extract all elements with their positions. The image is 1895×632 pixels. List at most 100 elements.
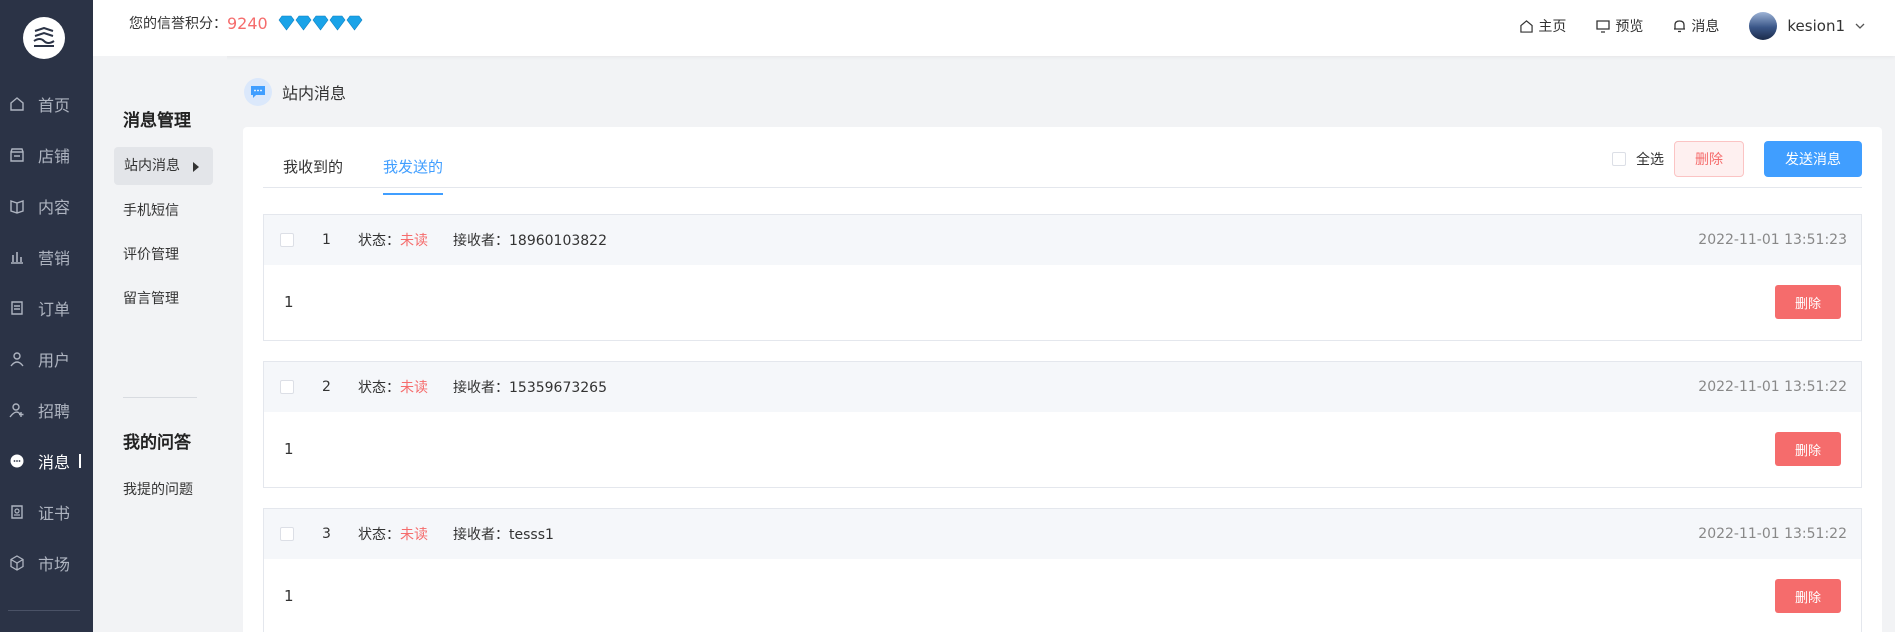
bulk-delete-button[interactable]: 删除 — [1674, 141, 1744, 177]
message-checkbox[interactable] — [280, 380, 294, 394]
nav-label: 首页 — [38, 96, 71, 115]
tab-underline — [263, 187, 1862, 188]
nav-label: 用户 — [38, 351, 71, 370]
message-content: 1 — [284, 587, 294, 605]
secondary-sidebar: 消息管理 站内消息 手机短信 评价管理 留言管理 我的问答 我提的问题 — [93, 56, 227, 632]
breadcrumb: 站内消息 — [244, 78, 346, 106]
top-right-menu: 主页 预览 消息 kesion1 — [1490, 12, 1865, 40]
message-body: 1 删除 — [264, 265, 1861, 340]
status-label: 状态： — [358, 380, 400, 396]
nav-item-certificate[interactable]: 证书 — [0, 492, 93, 532]
message-item: 2 状态：未读 接收者：15359673265 2022-11-01 13:51… — [263, 361, 1862, 488]
select-all-checkbox[interactable] — [1612, 152, 1626, 166]
order-icon — [8, 299, 26, 317]
nav-item-shop[interactable]: 店铺 — [0, 135, 93, 175]
logo[interactable] — [23, 17, 65, 59]
subnav-item-site-messages[interactable]: 站内消息 — [114, 147, 213, 185]
nav-label: 招聘 — [38, 402, 71, 421]
nav-label: 营销 — [38, 249, 71, 268]
toolbar: 全选 删除 发送消息 — [1612, 141, 1862, 177]
divider — [123, 397, 197, 398]
nav-item-users[interactable]: 用户 — [0, 339, 93, 379]
preview-link-label: 预览 — [1615, 19, 1644, 35]
message-content: 1 — [284, 440, 294, 458]
subnav-item-reviews[interactable]: 评价管理 — [123, 244, 179, 264]
bar-chart-icon — [8, 248, 26, 266]
nav-item-marketing[interactable]: 营销 — [0, 237, 93, 277]
nav-label: 市场 — [38, 555, 71, 574]
home-link-label: 主页 — [1538, 19, 1567, 35]
tab-received[interactable]: 我收到的 — [283, 145, 343, 189]
nav-item-messages[interactable]: 消息 — [0, 441, 93, 481]
active-indicator — [79, 454, 81, 468]
message-header: 3 状态：未读 接收者：tesss1 2022-11-01 13:51:22 — [264, 509, 1861, 559]
nav-item-recruit[interactable]: 招聘 — [0, 390, 93, 430]
logo-icon — [33, 27, 55, 47]
nav-label: 内容 — [38, 198, 71, 217]
status-value: 未读 — [400, 380, 428, 396]
select-all[interactable]: 全选 — [1612, 149, 1664, 169]
message-body: 1 删除 — [264, 412, 1861, 487]
message-index: 3 — [322, 526, 331, 542]
nav-item-content[interactable]: 内容 — [0, 186, 93, 226]
chevron-down-icon — [1855, 23, 1865, 29]
recipient-label: 接收者： — [453, 527, 509, 543]
messages-link-label: 消息 — [1691, 19, 1720, 35]
user-menu[interactable]: kesion1 — [1749, 12, 1865, 40]
market-icon — [8, 554, 26, 572]
message-checkbox[interactable] — [280, 527, 294, 541]
nav-label: 消息 — [38, 453, 71, 472]
nav-item-market[interactable]: 市场 — [0, 543, 93, 583]
message-index: 2 — [322, 379, 331, 395]
delete-button[interactable]: 删除 — [1775, 285, 1841, 319]
message-header: 2 状态：未读 接收者：15359673265 2022-11-01 13:51… — [264, 362, 1861, 412]
status-label: 状态： — [358, 233, 400, 249]
message-body: 1 删除 — [264, 559, 1861, 632]
user-icon — [8, 350, 26, 368]
timestamp: 2022-11-01 13:51:22 — [1698, 379, 1847, 395]
top-bar: 您的信誉积分： 9240 主页 预览 消息 kesion1 — [93, 0, 1895, 56]
recipient: 接收者：tesss1 — [453, 524, 554, 544]
nav-divider — [8, 610, 80, 611]
status-label: 状态： — [358, 527, 400, 543]
status-value: 未读 — [400, 527, 428, 543]
status: 状态：未读 — [358, 524, 428, 544]
home-icon — [8, 95, 26, 113]
subnav-item-guestbook[interactable]: 留言管理 — [123, 288, 179, 308]
preview-link[interactable]: 预览 — [1596, 16, 1643, 36]
nav-item-home[interactable]: 首页 — [0, 84, 93, 124]
tab-sent[interactable]: 我发送的 — [383, 145, 444, 195]
bell-icon — [1674, 20, 1686, 33]
recipient: 接收者：15359673265 — [453, 377, 607, 397]
subnav-item-my-questions[interactable]: 我提的问题 — [123, 479, 193, 499]
shop-icon — [8, 146, 26, 164]
credit-value: 9240 — [227, 13, 268, 33]
diamond-icon — [278, 15, 363, 31]
recipient-value: 15359673265 — [509, 380, 607, 396]
message-panel: 我收到的 我发送的 全选 删除 发送消息 1 状态：未读 接收者：1896010… — [243, 127, 1882, 632]
subnav-item-sms[interactable]: 手机短信 — [123, 200, 179, 220]
message-item: 1 状态：未读 接收者：18960103822 2022-11-01 13:51… — [263, 214, 1862, 341]
certificate-icon — [8, 503, 26, 521]
status-value: 未读 — [400, 233, 428, 249]
nav-label: 证书 — [38, 504, 71, 523]
message-content: 1 — [284, 293, 294, 311]
caret-right-icon — [193, 162, 199, 172]
book-icon — [8, 197, 26, 215]
message-header: 1 状态：未读 接收者：18960103822 2022-11-01 13:51… — [264, 215, 1861, 265]
send-message-button[interactable]: 发送消息 — [1764, 141, 1862, 177]
home-link[interactable]: 主页 — [1520, 16, 1566, 36]
recipient-label: 接收者： — [453, 233, 509, 249]
chat-icon — [244, 78, 272, 106]
section-title-qa: 我的问答 — [123, 433, 191, 453]
credit-label: 您的信誉积分： — [129, 16, 227, 32]
message-icon — [8, 452, 26, 470]
message-item: 3 状态：未读 接收者：tesss1 2022-11-01 13:51:22 1… — [263, 508, 1862, 632]
delete-button[interactable]: 删除 — [1775, 432, 1841, 466]
recruit-icon — [8, 401, 26, 419]
messages-link[interactable]: 消息 — [1673, 16, 1719, 36]
delete-button[interactable]: 删除 — [1775, 579, 1841, 613]
section-title-messages: 消息管理 — [123, 111, 191, 131]
message-checkbox[interactable] — [280, 233, 294, 247]
nav-item-orders[interactable]: 订单 — [0, 288, 93, 328]
